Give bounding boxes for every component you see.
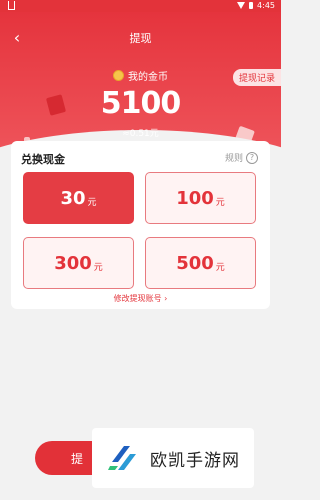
watermark: 欧凯手游网 (92, 428, 254, 488)
option-300[interactable]: 300 元 (23, 237, 134, 289)
option-100[interactable]: 100 元 (145, 172, 256, 224)
watermark-logo-icon (106, 440, 142, 476)
rules-link[interactable]: 规则 ? (225, 151, 258, 164)
download-icon (8, 1, 15, 10)
option-unit: 元 (215, 197, 225, 208)
coin-label: 我的金币 (128, 72, 168, 83)
option-amount: 500 (176, 252, 214, 274)
option-amount: 100 (176, 187, 214, 209)
option-30[interactable]: 30 元 (23, 172, 134, 224)
exchange-title: 兑换现金 (21, 153, 65, 166)
coin-balance: 5100 (100, 86, 182, 121)
modify-account-link[interactable]: 修改提现账号 › (11, 293, 270, 304)
status-time: 4:45 (257, 1, 275, 10)
withdraw-record-button[interactable]: 提现记录 (232, 69, 281, 86)
coin-icon (113, 70, 124, 81)
cash-equivalent: ≈0.51元 (122, 129, 159, 139)
status-bar: 4:45 (0, 0, 281, 12)
option-unit: 元 (93, 262, 103, 273)
status-icons: 4:45 (237, 1, 275, 10)
page-title: 提现 (129, 32, 152, 45)
option-unit: 元 (215, 262, 225, 273)
question-icon: ? (246, 151, 258, 164)
option-amount: 30 (60, 187, 86, 209)
exchange-card: 兑换现金 规则 ? 30 元 100 元 300 元 500 元 修改提现账号 … (11, 141, 270, 309)
nav-bar: ‹ 提现 (0, 26, 281, 50)
option-500[interactable]: 500 元 (145, 237, 256, 289)
watermark-text: 欧凯手游网 (150, 450, 240, 471)
signal-icon (237, 2, 246, 9)
rules-label: 规则 (224, 154, 243, 164)
battery-icon (249, 2, 254, 9)
option-amount: 300 (54, 252, 92, 274)
option-unit: 元 (87, 197, 97, 208)
